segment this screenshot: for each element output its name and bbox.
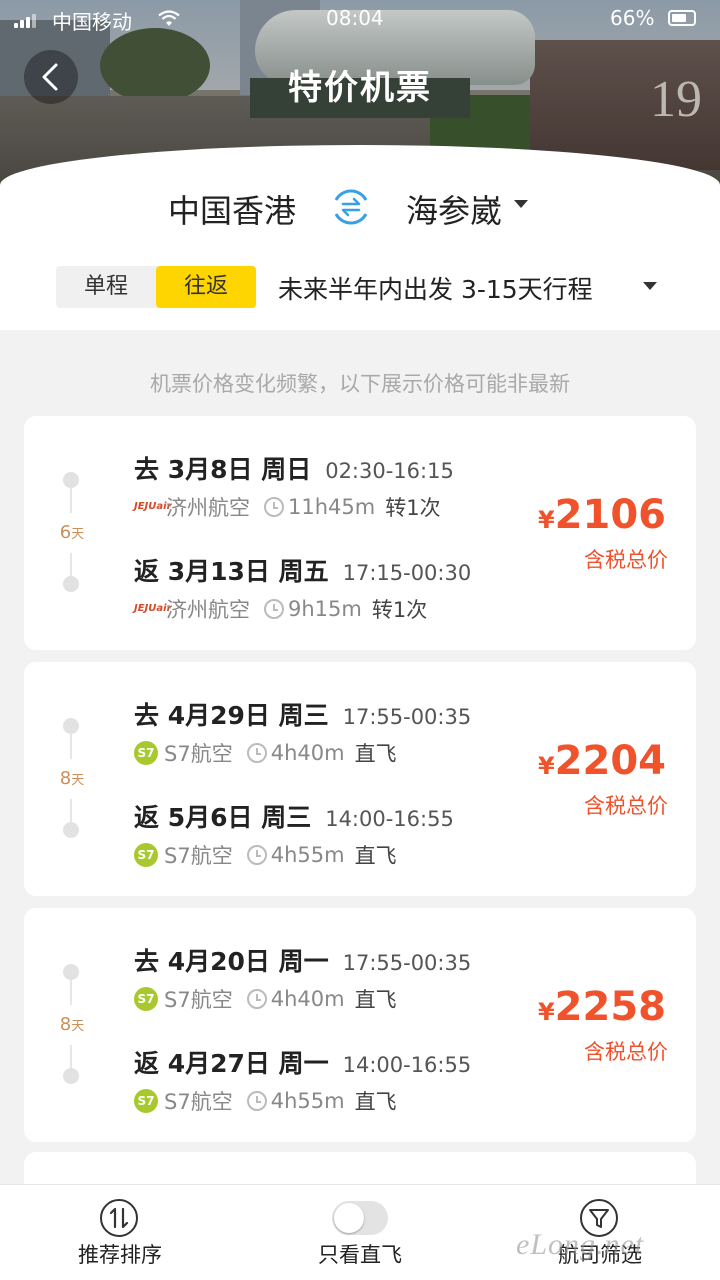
duration: 4h40m	[270, 987, 345, 1011]
airline-name: S7航空	[164, 1090, 233, 1114]
caret-down-icon[interactable]	[643, 282, 657, 290]
outbound-leg: 去 4月29日 周三 17:55-00:35 S7 S7航空 4h40m 直飞	[134, 696, 554, 768]
clock-icon	[246, 845, 267, 865]
clock-icon	[246, 743, 267, 763]
price-note: 含税总价	[584, 794, 668, 818]
direct-only-label: 只看直飞	[318, 1243, 402, 1267]
sort-icon	[100, 1199, 138, 1237]
s7-logo: S7	[134, 843, 158, 867]
return-leg: 返 3月13日 周五 17:15-00:30 JEJUair济州航空 9h15m 转1…	[134, 552, 554, 624]
departure-city[interactable]: 中国香港	[168, 186, 296, 232]
airline-name: 济州航空	[166, 598, 250, 622]
price: ¥2106	[537, 492, 666, 538]
leg-time: 17:15-00:30	[342, 561, 472, 585]
wifi-icon	[158, 10, 180, 26]
timeline-dot	[63, 472, 79, 488]
status-bar: 中国移动 08:04 66%	[0, 0, 720, 38]
tab-one-way[interactable]: 单程	[56, 266, 156, 308]
duration: 4h55m	[270, 843, 345, 867]
price-note: 含税总价	[584, 1040, 668, 1064]
tab-round-trip[interactable]: 往返	[156, 266, 256, 308]
battery-icon	[668, 10, 696, 26]
trip-type-toggle: 单程 往返	[56, 266, 256, 308]
leg-date: 去 4月20日 周一	[134, 947, 329, 976]
flight-card[interactable]: 8天 去 4月29日 周三 17:55-00:35 S7 S7航空 4h40m 直飞 返…	[24, 662, 696, 896]
clock-icon	[264, 497, 284, 517]
direct-only-toggle[interactable]: 只看直飞	[240, 1185, 480, 1280]
duration: 11h45m	[288, 495, 376, 519]
clock-icon	[246, 989, 267, 1009]
leg-time: 17:55-00:35	[342, 951, 472, 975]
toggle-switch[interactable]	[332, 1201, 388, 1235]
stops: 转1次	[385, 496, 441, 520]
return-leg: 返 4月27日 周一 14:00-16:55 S7 S7航空 4h55m 直飞	[134, 1044, 554, 1116]
stops: 直飞	[354, 742, 397, 766]
leg-date: 返 5月6日 周三	[134, 803, 312, 832]
trip-days-badge: 8天	[55, 759, 89, 799]
leg-date: 去 3月8日 周日	[134, 455, 312, 484]
price: ¥2258	[537, 984, 666, 1030]
leg-time: 02:30-16:15	[325, 459, 454, 483]
sort-label: 推荐排序	[78, 1243, 162, 1267]
stops: 直飞	[354, 988, 397, 1012]
flight-card[interactable]: 6天 去 3月8日 周日 02:30-16:15 JEJUair济州航空 11h45…	[24, 416, 696, 650]
flight-card[interactable]: 8天 去 4月20日 周一 17:55-00:35 S7 S7航空 4h40m 直飞 返…	[24, 908, 696, 1142]
timeline-dot	[63, 822, 79, 838]
price-note: 含税总价	[584, 548, 668, 572]
clock-icon	[264, 599, 284, 619]
jeju-air-logo: JEJUair	[134, 501, 172, 512]
timeline-dot	[63, 964, 79, 980]
airline-name: S7航空	[164, 988, 233, 1012]
price: ¥2204	[537, 738, 666, 784]
duration: 9h15m	[288, 597, 362, 621]
leg-time: 14:00-16:55	[325, 807, 454, 831]
timeline-dot	[63, 718, 79, 734]
duration: 4h55m	[270, 1089, 345, 1113]
price-notice: 机票价格变化频繁，以下展示价格可能非最新	[150, 372, 570, 396]
leg-time: 14:00-16:55	[342, 1053, 472, 1077]
leg-date: 返 3月13日 周五	[134, 557, 329, 586]
page-title: 特价机票	[288, 68, 432, 108]
airline-name: S7航空	[164, 844, 233, 868]
airline-name: S7航空	[164, 742, 233, 766]
signal-icon	[14, 12, 38, 28]
s7-logo: S7	[134, 987, 158, 1011]
caret-down-icon[interactable]	[514, 200, 528, 208]
leg-time: 17:55-00:35	[342, 705, 472, 729]
jeju-air-logo: JEJUair	[134, 603, 172, 614]
stops: 转1次	[371, 598, 428, 622]
timeline-dot	[63, 1068, 79, 1084]
watermark: eLong.net	[516, 1228, 645, 1261]
airline-name: 济州航空	[166, 496, 250, 520]
battery-percent: 66%	[610, 6, 655, 30]
timeline-dot	[63, 576, 79, 592]
destination-city[interactable]: 海参崴	[406, 186, 502, 232]
swap-button[interactable]	[326, 182, 376, 232]
leg-date: 返 4月27日 周一	[134, 1049, 329, 1078]
duration: 4h40m	[270, 741, 345, 765]
clock-icon	[246, 1091, 267, 1111]
leg-date: 去 4月29日 周三	[134, 701, 329, 730]
s7-logo: S7	[134, 741, 158, 765]
stops: 直飞	[354, 844, 397, 868]
return-leg: 返 5月6日 周三 14:00-16:55 S7 S7航空 4h55m 直飞	[134, 798, 554, 870]
outbound-leg: 去 4月20日 周一 17:55-00:35 S7 S7航空 4h40m 直飞	[134, 942, 554, 1014]
carrier-name: 中国移动	[52, 10, 132, 34]
clock: 08:04	[326, 6, 384, 30]
sort-button[interactable]: 推荐排序	[0, 1185, 240, 1280]
date-range-selector[interactable]: 未来半年内出发 3-15天行程	[278, 270, 593, 306]
stops: 直飞	[354, 1090, 397, 1114]
s7-logo: S7	[134, 1089, 158, 1113]
outbound-leg: 去 3月8日 周日 02:30-16:15 JEJUair济州航空 11h45m 转1…	[134, 450, 554, 522]
trip-days-badge: 8天	[55, 1005, 89, 1045]
trip-days-badge: 6天	[55, 513, 89, 553]
swap-icon	[334, 189, 368, 225]
